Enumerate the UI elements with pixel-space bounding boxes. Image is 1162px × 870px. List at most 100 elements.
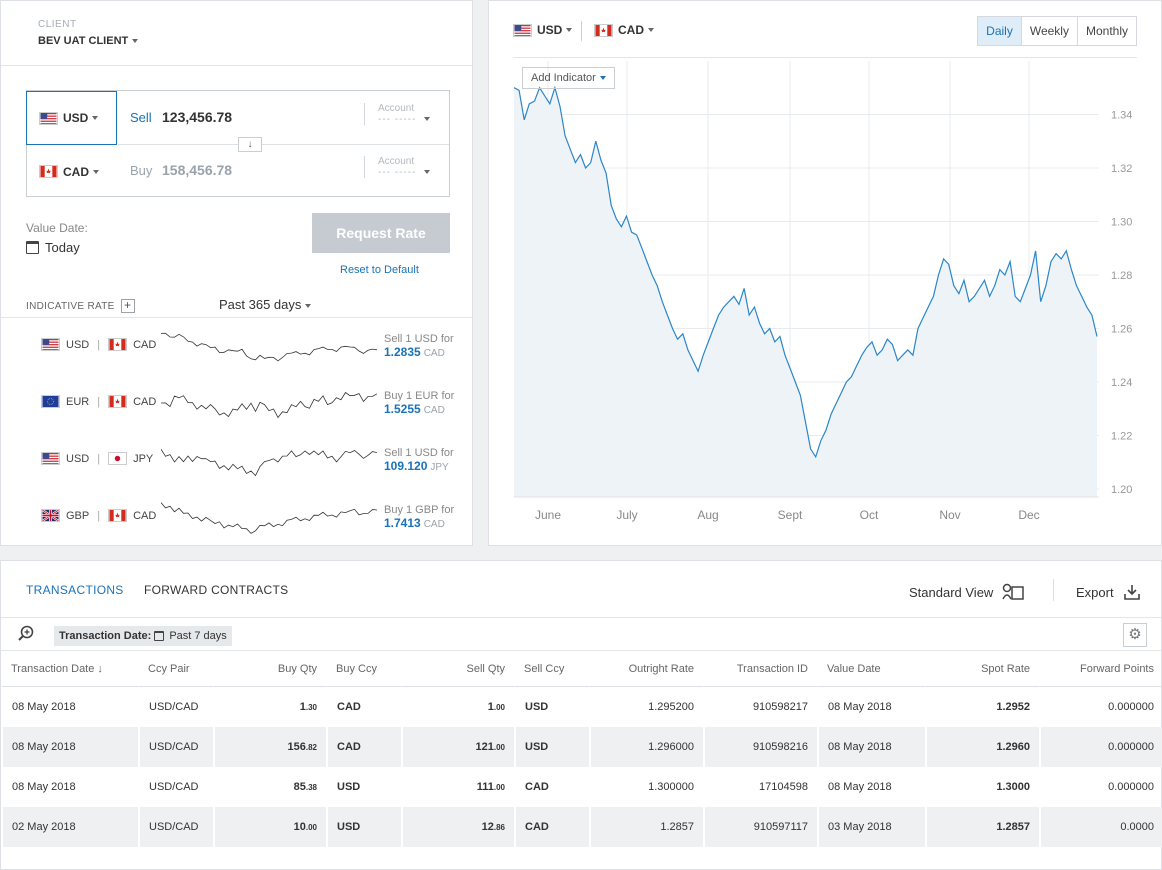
standard-view-button[interactable]: Standard View (909, 583, 1025, 601)
buy-amount-input[interactable]: 158,456.78 (162, 162, 232, 178)
filter-label: Transaction Date: (59, 630, 152, 642)
sell-account-select[interactable]: Account --- ----- (364, 103, 444, 125)
sparkline-path (161, 502, 377, 534)
canada-flag-icon (594, 23, 613, 37)
column-header[interactable]: Outright Rate (589, 651, 703, 687)
column-header[interactable]: Buy Ccy (326, 651, 401, 687)
rate-number: 109.120 (384, 459, 428, 473)
chart-base-code: USD (537, 23, 563, 37)
table-cell: 10.00 (213, 807, 326, 847)
qty-integer: 111 (476, 781, 494, 793)
table-cell: 08 May 2018 (1, 767, 138, 807)
chart-base-currency-select[interactable]: USD (513, 23, 573, 37)
rate-number: 1.2835 (384, 345, 421, 359)
column-header[interactable]: Sell Ccy (514, 651, 589, 687)
column-header[interactable]: Forward Points (1039, 651, 1162, 687)
y-tick-label: 1.26 (1111, 323, 1132, 335)
qty-decimal: .00 (493, 783, 505, 792)
period-value: Past 365 days (219, 297, 302, 312)
settings-button[interactable]: ⚙ (1123, 623, 1147, 647)
period-monthly-button[interactable]: Monthly (1076, 17, 1136, 45)
column-header[interactable]: Transaction ID (703, 651, 817, 687)
indicative-rate-row[interactable]: EUR | CAD Buy 1 EUR for 1.5255 CAD (1, 375, 474, 432)
divider (1, 65, 472, 66)
column-header[interactable]: Sell Qty (401, 651, 514, 687)
swap-button[interactable]: ↓ (238, 137, 262, 152)
add-pair-button[interactable]: + (120, 299, 135, 313)
sell-currency-select[interactable]: USD (26, 91, 117, 145)
table-cell: USD (514, 727, 589, 767)
divider (1053, 579, 1054, 601)
base-ccy: GBP (66, 509, 90, 522)
table-row[interactable]: 02 May 2018 USD/CAD 10.00 USD 12.86 CAD 1.2857… (1, 807, 1162, 847)
table-cell: 1.295200 (589, 687, 703, 727)
qty-integer: 10 (293, 821, 306, 833)
chart-quote-currency-select[interactable]: CAD (594, 23, 654, 37)
column-header-label: Sell Qty (466, 662, 505, 675)
table-row[interactable]: 08 May 2018 USD/CAD 1.30 CAD 1.00 USD 1.295200… (1, 687, 1162, 727)
eu-flag-icon (41, 395, 60, 408)
table-cell: 08 May 2018 (817, 727, 925, 767)
table-cell: USD/CAD (138, 687, 213, 727)
period-select[interactable]: Past 365 days (219, 297, 312, 312)
table-cell: 121.00 (401, 727, 514, 767)
client-selector[interactable]: BEV UAT CLIENT (38, 35, 139, 47)
column-header-label: Buy Ccy (336, 662, 377, 675)
canada-flag-icon (108, 509, 128, 522)
rate-quote: Sell 1 USD for 109.120 JPY (384, 447, 454, 474)
rate-value: 109.120 JPY (384, 460, 454, 474)
qty-decimal: .86 (493, 823, 505, 832)
rate-quote: Buy 1 EUR for 1.5255 CAD (384, 390, 454, 417)
chevron-down-icon (424, 170, 431, 175)
column-header[interactable]: Spot Rate (925, 651, 1039, 687)
pair-label: USD | JPY (41, 452, 153, 465)
client-name: BEV UAT CLIENT (38, 35, 129, 47)
buy-currency-select[interactable]: CAD (27, 145, 118, 198)
indicative-rate-header: INDICATIVE RATE + (26, 299, 135, 313)
export-button[interactable]: Export (1076, 583, 1141, 601)
request-rate-button[interactable]: Request Rate (312, 213, 450, 253)
column-header[interactable]: Value Date (817, 651, 925, 687)
us-flag-icon (39, 111, 58, 125)
filter-bar: Transaction Date: Past 7 days ⚙ (1, 617, 1161, 651)
table-cell: CAD (514, 767, 589, 807)
sparkline (161, 332, 377, 362)
table-row[interactable]: 08 May 2018 USD/CAD 156.82 CAD 121.00 USD 1.29… (1, 727, 1162, 767)
table-cell: 08 May 2018 (1, 687, 138, 727)
date-filter-chip[interactable]: Transaction Date: Past 7 days (54, 626, 232, 646)
x-tick-label: Aug (697, 508, 718, 522)
quote-ccy: JPY (133, 452, 154, 465)
table-cell: 111.00 (401, 767, 514, 807)
period-weekly-button[interactable]: Weekly (1020, 17, 1077, 45)
zoom-in-icon[interactable] (17, 625, 35, 643)
rate-unit: CAD (423, 519, 445, 530)
value-date-picker[interactable]: Today (26, 240, 80, 255)
column-header[interactable]: Buy Qty (213, 651, 326, 687)
column-header-label: Sell Ccy (524, 662, 565, 675)
reset-to-default-link[interactable]: Reset to Default (340, 264, 419, 276)
qty-decimal: .00 (493, 743, 505, 752)
table-row[interactable]: 08 May 2018 USD/CAD 85.38 USD 111.00 CAD 1.300… (1, 767, 1162, 807)
pair-separator: | (97, 338, 101, 351)
indicative-rate-row[interactable]: USD | JPY Sell 1 USD for 109.120 JPY (1, 432, 474, 489)
tab-forward-contracts[interactable]: FORWARD CONTRACTS (144, 583, 288, 597)
rate-quote: Buy 1 GBP for 1.7413 CAD (384, 504, 454, 531)
sell-amount-input[interactable]: 123,456.78 (162, 109, 232, 125)
x-tick-label: July (616, 508, 637, 522)
add-indicator-button[interactable]: Add Indicator (522, 67, 615, 89)
table-cell: 17104598 (703, 767, 817, 807)
value-date-value: Today (45, 240, 80, 255)
qty-integer: 156 (287, 741, 306, 753)
period-daily-button[interactable]: Daily (978, 17, 1021, 45)
column-header[interactable]: Ccy Pair (138, 651, 213, 687)
indicative-rate-row[interactable]: GBP | CAD Buy 1 GBP for 1.7413 CAD (1, 489, 474, 546)
column-header[interactable]: Transaction Date ↓ (1, 651, 138, 687)
indicative-rate-row[interactable]: USD | CAD Sell 1 USD for 1.2835 CAD (1, 318, 474, 375)
chevron-down-icon (648, 28, 654, 32)
column-header-label: Outright Rate (628, 662, 694, 675)
rate-value: 1.5255 CAD (384, 403, 454, 417)
buy-account-select[interactable]: Account --- ----- (364, 156, 444, 178)
chart-quote-code: CAD (618, 23, 644, 37)
tab-transactions[interactable]: TRANSACTIONS (26, 583, 124, 597)
table-cell: 1.30 (213, 687, 326, 727)
